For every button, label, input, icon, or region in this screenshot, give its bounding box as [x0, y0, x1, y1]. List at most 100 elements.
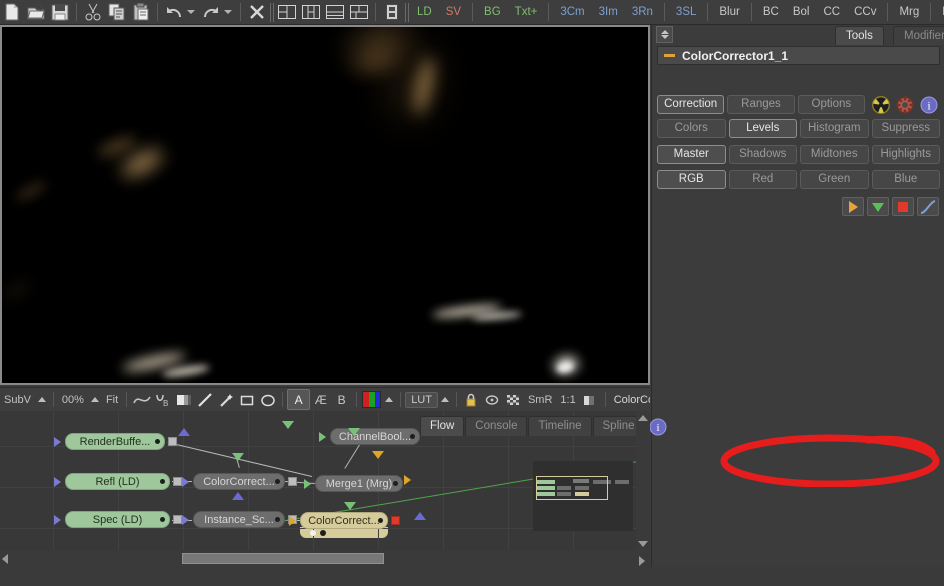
- panel-tab-modifiers[interactable]: Modifiers: [893, 26, 944, 45]
- flow-node-3[interactable]: ColorCorrect...: [193, 473, 285, 490]
- radioactive-icon[interactable]: [871, 95, 892, 114]
- flow-connector-8[interactable]: [282, 421, 294, 429]
- button-shadows[interactable]: Shadows: [729, 145, 798, 164]
- toolbar-tool-3sl[interactable]: 3SL: [669, 1, 703, 23]
- spin-icon[interactable]: [482, 390, 503, 409]
- subpixel-icon[interactable]: B: [152, 390, 173, 409]
- toolbar-tool-mrg[interactable]: Mrg: [892, 1, 926, 23]
- flow-node-1[interactable]: Refl (LD): [65, 473, 170, 490]
- flow-connector-0[interactable]: [232, 453, 244, 461]
- button-highlights[interactable]: Highlights: [872, 145, 941, 164]
- flow-node-output-dot[interactable]: [393, 481, 398, 486]
- button-suppress[interactable]: Suppress: [872, 119, 941, 138]
- flow-tab-console[interactable]: Console: [465, 416, 527, 436]
- toolbar-tool-blur[interactable]: Blur: [712, 1, 746, 23]
- flow-node-output-dot[interactable]: [410, 434, 415, 439]
- flow-horizontal-scrollbar[interactable]: [0, 550, 636, 567]
- flow-info-icon[interactable]: i: [649, 418, 667, 436]
- flow-node-output-dot[interactable]: [155, 439, 160, 444]
- flow-node-output-square-3[interactable]: [288, 477, 297, 486]
- lut-caret[interactable]: [441, 397, 449, 402]
- curve-btn-stop-square-icon[interactable]: [892, 197, 914, 216]
- toolbar-tool-3im[interactable]: 3Im: [592, 1, 625, 23]
- contrast-icon[interactable]: [580, 390, 601, 409]
- new-file-icon[interactable]: [1, 2, 23, 22]
- flow-node-input-0[interactable]: [54, 437, 61, 447]
- line-icon[interactable]: [194, 390, 215, 409]
- toolbar-tool-ccv[interactable]: CCv: [847, 1, 883, 23]
- layout-stack-icon[interactable]: [381, 2, 403, 22]
- toolbar-tool-3rn[interactable]: 3Rn: [625, 1, 660, 23]
- undo-dropdown-caret[interactable]: [187, 10, 195, 14]
- flow-hscroll-left-arrow[interactable]: [2, 554, 8, 564]
- toolbar-tool-txtplus[interactable]: Txt+: [508, 1, 545, 23]
- flow-hscroll-right-arrow[interactable]: [639, 556, 645, 566]
- open-file-icon[interactable]: [25, 2, 47, 22]
- flow-node-4[interactable]: Instance_Sc...: [193, 511, 285, 528]
- flow-node-7[interactable]: ColorCorrect...: [300, 512, 388, 529]
- redo-dropdown-caret[interactable]: [224, 10, 232, 14]
- flow-node-input-3[interactable]: [182, 477, 189, 487]
- zoom-value[interactable]: 00%: [58, 394, 88, 406]
- button-levels[interactable]: Levels: [729, 119, 798, 138]
- button-options[interactable]: Options: [798, 95, 865, 114]
- layout-2up-icon[interactable]: [276, 2, 298, 22]
- flow-node-output-square-2[interactable]: [173, 515, 182, 524]
- viewer-node-label[interactable]: ColorCorrector1_1: [610, 394, 650, 406]
- button-histogram[interactable]: Histogram: [800, 119, 869, 138]
- button-colors[interactable]: Colors: [657, 119, 726, 138]
- redo-icon[interactable]: [200, 2, 222, 22]
- flow-node-input-5[interactable]: [319, 432, 326, 442]
- flow-tab-timeline[interactable]: Timeline: [528, 416, 591, 436]
- panel-spinner[interactable]: [656, 26, 673, 43]
- collapse-dash-icon[interactable]: [664, 54, 675, 57]
- flow-hscroll-thumb[interactable]: [182, 553, 384, 564]
- flow-node-output-square-7[interactable]: [391, 516, 400, 525]
- flow-node-output-square-1[interactable]: [173, 477, 182, 486]
- flow-connector-6[interactable]: [372, 451, 384, 459]
- flow-node-6[interactable]: Merge1 (Mrg): [315, 475, 403, 492]
- lut-button[interactable]: LUT: [405, 392, 438, 408]
- curve-icon[interactable]: [131, 390, 152, 409]
- toolbar-tool-bg[interactable]: BG: [477, 1, 508, 23]
- subview-caret[interactable]: [38, 397, 46, 402]
- rectangle-icon[interactable]: [236, 390, 257, 409]
- flow-node-2[interactable]: Spec (LD): [65, 511, 170, 528]
- gear-icon[interactable]: [895, 95, 916, 114]
- curve-btn-curve-icon[interactable]: [917, 197, 939, 216]
- flow-node-input-1[interactable]: [54, 477, 61, 487]
- flow-node-output-dot[interactable]: [275, 479, 280, 484]
- channel-b-icon[interactable]: B: [331, 390, 352, 409]
- flow-vertical-scrollbar[interactable]: [636, 411, 650, 567]
- ellipse-icon[interactable]: [257, 390, 278, 409]
- button-master[interactable]: Master: [657, 145, 726, 164]
- lock-icon[interactable]: [461, 390, 482, 409]
- button-midtones[interactable]: Midtones: [800, 145, 869, 164]
- flow-node-0[interactable]: RenderBuffe...: [65, 433, 165, 450]
- gradient-icon[interactable]: [173, 390, 194, 409]
- flow-connector-4[interactable]: [348, 428, 360, 436]
- save-file-icon[interactable]: [49, 2, 71, 22]
- button-rgb[interactable]: RGB: [657, 170, 726, 189]
- delete-icon[interactable]: [246, 2, 268, 22]
- wand-icon[interactable]: [215, 390, 236, 409]
- ratio-button[interactable]: 1:1: [556, 394, 579, 406]
- panel-tab-tools[interactable]: Tools: [835, 26, 884, 45]
- smr-button[interactable]: SmR: [524, 394, 556, 406]
- toolbar-tool-sv[interactable]: SV: [439, 1, 468, 23]
- node-title-bar[interactable]: ColorCorrector1_1: [657, 46, 940, 65]
- flow-connector-5[interactable]: [414, 512, 426, 520]
- flow-navigator[interactable]: [533, 461, 633, 531]
- toolbar-tool-3cm[interactable]: 3Cm: [553, 1, 591, 23]
- button-correction[interactable]: Correction: [657, 95, 724, 114]
- flow-vscroll-up-arrow[interactable]: [638, 415, 648, 421]
- navigator-viewbox[interactable]: [536, 476, 608, 500]
- undo-icon[interactable]: [163, 2, 185, 22]
- layout-quad-icon[interactable]: [348, 2, 370, 22]
- rgb-swatch-icon[interactable]: [361, 390, 382, 409]
- button-green[interactable]: Green: [800, 170, 869, 189]
- rgb-caret[interactable]: [385, 397, 393, 402]
- checker-icon[interactable]: [503, 390, 524, 409]
- zoom-caret[interactable]: [91, 397, 99, 402]
- flow-node-output-dot[interactable]: [160, 517, 165, 522]
